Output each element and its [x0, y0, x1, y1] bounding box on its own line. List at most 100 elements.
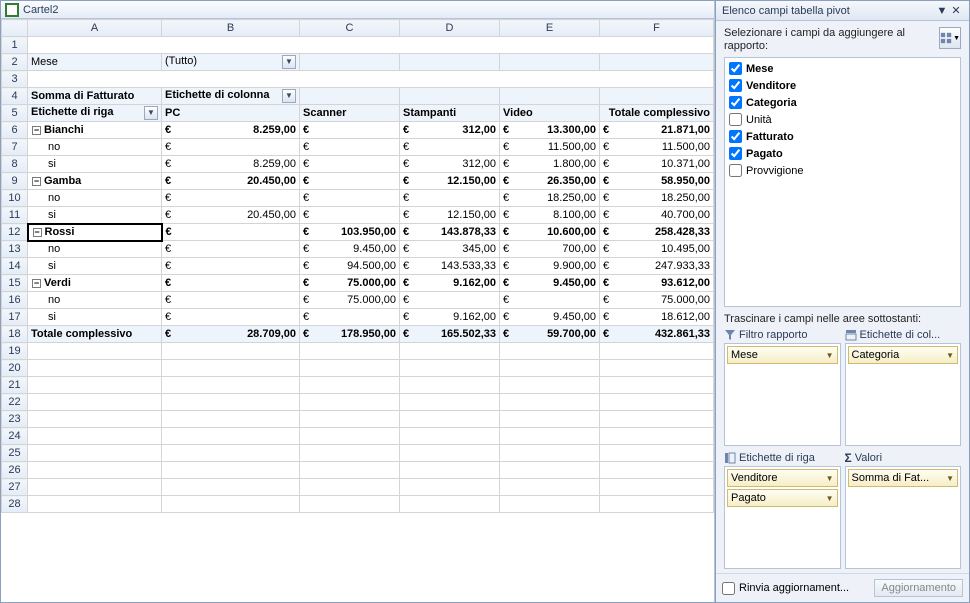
row-header[interactable]: 18 — [2, 326, 28, 343]
field-checkbox[interactable] — [729, 113, 742, 126]
row-header[interactable]: 12 — [2, 224, 28, 241]
collapse-icon[interactable]: − — [33, 228, 42, 237]
row-label-cell[interactable]: si — [28, 309, 162, 326]
value-cell[interactable]: €75.000,00 — [300, 275, 400, 292]
row-header[interactable]: 27 — [2, 479, 28, 496]
value-cell[interactable]: €700,00 — [500, 241, 600, 258]
column-labels-title[interactable]: Etichette di colonna ▼ — [162, 88, 300, 105]
row-header[interactable]: 9 — [2, 173, 28, 190]
field-unità[interactable]: Unità — [727, 111, 958, 128]
col-video[interactable]: Video — [500, 105, 600, 122]
row-header[interactable]: 2 — [2, 54, 28, 71]
row-header[interactable]: 26 — [2, 462, 28, 479]
value-cell[interactable]: € — [300, 173, 400, 190]
field-checkbox[interactable] — [729, 130, 742, 143]
field-checkbox[interactable] — [729, 79, 742, 92]
value-cell[interactable]: €11.500,00 — [600, 139, 714, 156]
value-cell[interactable]: € — [162, 224, 300, 241]
collapse-icon[interactable]: − — [32, 126, 41, 135]
row-label-cell[interactable]: no — [28, 292, 162, 309]
row-label-cell[interactable]: no — [28, 139, 162, 156]
filter-field-label[interactable]: Mese — [28, 54, 162, 71]
update-button[interactable]: Aggiornamento — [874, 579, 963, 597]
value-cell[interactable]: € — [300, 207, 400, 224]
row-header[interactable]: 13 — [2, 241, 28, 258]
pane-close-icon[interactable]: ✕ — [949, 4, 963, 17]
field-venditore[interactable]: Venditore — [727, 77, 958, 94]
area-chip[interactable]: Mese▼ — [727, 346, 838, 364]
row-header[interactable]: 21 — [2, 377, 28, 394]
row-label-cell[interactable]: si — [28, 258, 162, 275]
value-cell[interactable]: €8.259,00 — [162, 122, 300, 139]
value-cell[interactable]: €10.371,00 — [600, 156, 714, 173]
value-cell[interactable]: € — [400, 190, 500, 207]
defer-update-checkbox[interactable]: Rinvia aggiornament... — [722, 582, 869, 595]
column-labels-dropdown-icon[interactable]: ▼ — [282, 89, 296, 103]
col-scanner[interactable]: Scanner — [300, 105, 400, 122]
col-header-D[interactable]: D — [400, 20, 500, 37]
filter-field-value[interactable]: (Tutto) ▼ — [162, 54, 300, 71]
col-header-A[interactable]: A — [28, 20, 162, 37]
value-cell[interactable]: €8.259,00 — [162, 156, 300, 173]
row-label-cell[interactable]: no — [28, 241, 162, 258]
value-cell[interactable]: € — [300, 190, 400, 207]
row-label-cell[interactable]: −Rossi — [28, 224, 162, 241]
pane-title-bar[interactable]: Elenco campi tabella pivot ▼ ✕ — [716, 1, 969, 21]
chevron-down-icon[interactable]: ▼ — [826, 494, 834, 503]
value-cell[interactable]: €9.162,00 — [400, 275, 500, 292]
col-total[interactable]: Totale complessivo — [600, 105, 714, 122]
value-cell[interactable]: €8.100,00 — [500, 207, 600, 224]
value-cell[interactable]: €9.900,00 — [500, 258, 600, 275]
filter-dropdown-icon[interactable]: ▼ — [282, 55, 296, 69]
area-chip[interactable]: Categoria▼ — [848, 346, 959, 364]
area-column-labels[interactable]: Etichette di col... Categoria▼ — [845, 327, 962, 446]
row-header[interactable]: 28 — [2, 496, 28, 513]
value-cell[interactable]: €18.612,00 — [600, 309, 714, 326]
row-labels-dropdown-icon[interactable]: ▼ — [144, 106, 158, 120]
row-header[interactable]: 16 — [2, 292, 28, 309]
value-cell[interactable]: €10.600,00 — [500, 224, 600, 241]
area-chip[interactable]: Venditore▼ — [727, 469, 838, 487]
value-cell[interactable]: €247.933,33 — [600, 258, 714, 275]
value-cell[interactable]: € — [162, 275, 300, 292]
value-cell[interactable]: €40.700,00 — [600, 207, 714, 224]
value-cell[interactable]: €12.150,00 — [400, 207, 500, 224]
area-values[interactable]: ΣValori Somma di Fat...▼ — [845, 450, 962, 569]
value-cell[interactable]: €18.250,00 — [500, 190, 600, 207]
field-checkbox[interactable] — [729, 147, 742, 160]
field-mese[interactable]: Mese — [727, 60, 958, 77]
row-header[interactable]: 7 — [2, 139, 28, 156]
value-cell[interactable]: €20.450,00 — [162, 173, 300, 190]
col-stampanti[interactable]: Stampanti — [400, 105, 500, 122]
col-header-C[interactable]: C — [300, 20, 400, 37]
value-cell[interactable]: €9.162,00 — [400, 309, 500, 326]
value-cell[interactable]: €103.950,00 — [300, 224, 400, 241]
field-fatturato[interactable]: Fatturato — [727, 128, 958, 145]
value-cell[interactable]: €258.428,33 — [600, 224, 714, 241]
field-categoria[interactable]: Categoria — [727, 94, 958, 111]
area-chip[interactable]: Somma di Fat...▼ — [848, 469, 959, 487]
row-header[interactable]: 10 — [2, 190, 28, 207]
value-cell[interactable]: €312,00 — [400, 156, 500, 173]
value-cell[interactable]: €12.150,00 — [400, 173, 500, 190]
value-cell[interactable]: €58.950,00 — [600, 173, 714, 190]
value-cell[interactable]: €143.533,33 — [400, 258, 500, 275]
row-label-cell[interactable]: si — [28, 207, 162, 224]
area-chip[interactable]: Pagato▼ — [727, 489, 838, 507]
value-cell[interactable]: € — [400, 139, 500, 156]
value-cell[interactable]: € — [162, 190, 300, 207]
row-header[interactable]: 15 — [2, 275, 28, 292]
value-cell[interactable]: €9.450,00 — [500, 275, 600, 292]
value-cell[interactable]: €9.450,00 — [300, 241, 400, 258]
value-cell[interactable]: € — [300, 139, 400, 156]
value-cell[interactable]: €93.612,00 — [600, 275, 714, 292]
chevron-down-icon[interactable]: ▼ — [826, 474, 834, 483]
spreadsheet-grid[interactable]: A B C D E F 1 2 Mese (Tutto) ▼ 3 — [1, 19, 714, 602]
row-label-cell[interactable]: −Gamba — [28, 173, 162, 190]
pane-dropdown-icon[interactable]: ▼ — [935, 5, 949, 17]
value-cell[interactable]: €143.878,33 — [400, 224, 500, 241]
row-header[interactable]: 14 — [2, 258, 28, 275]
row-label-cell[interactable]: no — [28, 190, 162, 207]
field-checkbox[interactable] — [729, 62, 742, 75]
chevron-down-icon[interactable]: ▼ — [826, 351, 834, 360]
